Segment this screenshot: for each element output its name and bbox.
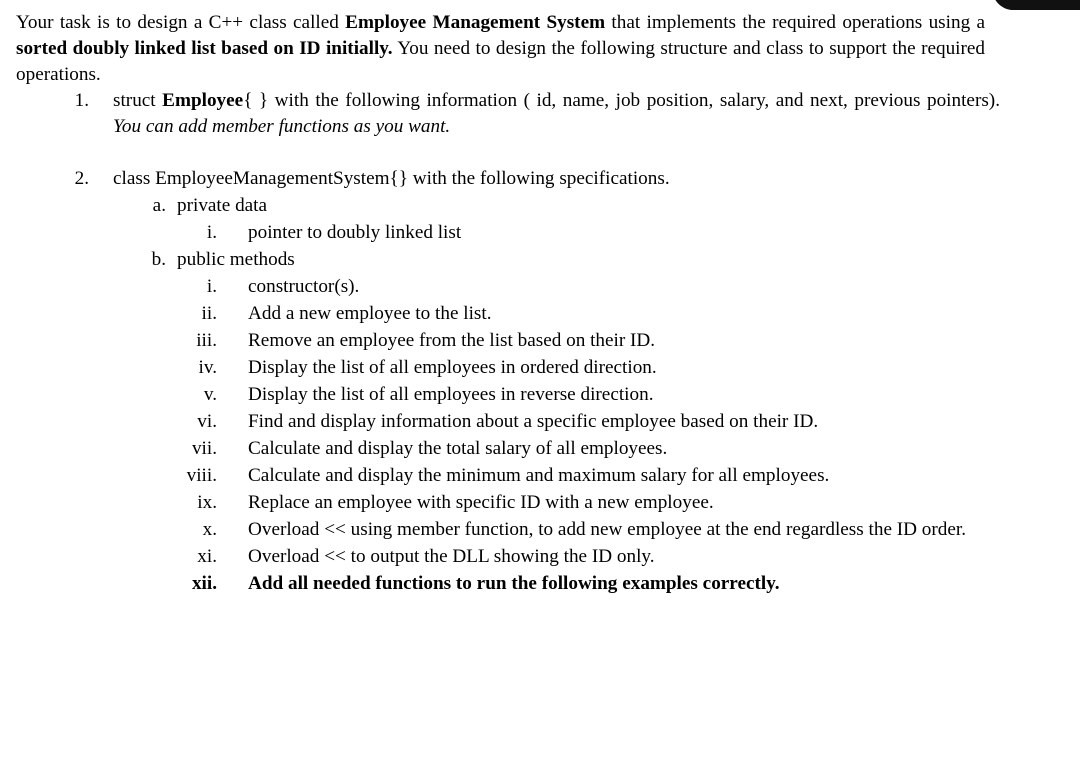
intro-paragraph: Your task is to design a C++ class calle… [16,10,985,88]
method-item-ii-text: Add a new employee to the list. [248,303,492,324]
private-data-item-i-marker: i. [206,222,217,243]
document-page: Your task is to design a C++ class calle… [16,10,1064,597]
list-item-1-body: struct Employee{ } with the following in… [113,88,1000,140]
list-item-1-marker: 1. [74,90,89,111]
list-item-2-marker: 2. [74,168,89,189]
corner-artifact [991,0,1080,10]
method-item-i-marker: i. [206,276,217,297]
private-data-item-i-text: pointer to doubly linked list [248,222,462,243]
method-item-vi-text: Find and display information about a spe… [248,411,819,432]
method-item-xi: xi. Overload << to output the DLL showin… [16,543,1000,570]
method-item-viii: viii. Calculate and display the minimum … [16,462,1000,489]
intro-bold-class-name: Employee Management System [345,12,606,33]
method-item-ii-marker: ii. [201,303,217,324]
method-item-x-text-line2: regardless the ID order. [785,519,967,540]
list-item-2: 2. class EmployeeManagementSystem{} with… [16,166,1000,192]
method-item-iv-marker: iv. [198,357,217,378]
item1-text-3: previous pointers). [854,90,1000,111]
intro-text-1: Your task is to design a C++ class calle… [16,12,346,33]
method-item-x: x. Overload << using member function, to… [16,516,1000,543]
method-item-iii-text: Remove an employee from the list based o… [248,330,656,351]
sublist-item-b: b. public methods [16,246,1000,273]
sublist-item-a-label: private data [177,195,268,216]
method-item-x-text: Overload << using member function, to ad… [248,519,782,540]
list-item-2-body: class EmployeeManagementSystem{} with th… [113,168,670,189]
method-item-xii-text: Add all needed functions to run the foll… [248,573,780,594]
method-item-v: v. Display the list of all employees in … [16,381,1000,408]
method-item-iv: iv. Display the list of all employees in… [16,354,1000,381]
sublist-item-b-marker: b. [151,249,166,270]
method-item-ix-marker: ix. [197,492,217,513]
method-item-ix: ix. Replace an employee with specific ID… [16,489,1000,516]
method-item-iii: iii. Remove an employee from the list ba… [16,327,1000,354]
method-item-vii-marker: vii. [191,438,217,459]
method-item-vi: vi. Find and display information about a… [16,408,1000,435]
method-item-x-marker: x. [202,519,217,540]
method-item-ix-text: Replace an employee with specific ID wit… [248,492,714,513]
method-item-vi-marker: vi. [197,411,217,432]
sublist-item-a-marker: a. [152,195,166,216]
method-item-i: i. constructor(s). [16,273,1000,300]
item1-bold-employee: Employee [162,90,244,111]
private-data-item-i: i. pointer to doubly linked list [16,219,1000,246]
sublist-item-b-label: public methods [177,249,295,270]
item1-italic-note: You can add member functions as you want… [113,116,451,137]
method-item-v-text: Display the list of all employees in rev… [248,384,654,405]
method-item-v-marker: v. [203,384,217,405]
item1-text-1: struct [113,90,163,111]
method-item-viii-text: Calculate and display the minimum and ma… [248,465,830,486]
intro-bold-list-type: sorted doubly linked list based on ID in… [16,38,393,59]
method-item-iii-marker: iii. [196,330,217,351]
intro-text-3: You need to design the following [392,38,655,59]
list-item-1: 1. struct Employee{ } with the following… [16,88,1000,140]
method-item-xii-marker: xii. [191,573,217,594]
method-item-ii: ii. Add a new employee to the list. [16,300,1000,327]
method-item-vii: vii. Calculate and display the total sal… [16,435,1000,462]
method-item-i-text: constructor(s). [248,276,360,297]
method-item-xi-text: Overload << to output the DLL showing th… [248,546,655,567]
method-item-xi-marker: xi. [197,546,217,567]
method-item-iv-text: Display the list of all employees in ord… [248,357,657,378]
method-item-vii-text: Calculate and display the total salary o… [248,438,668,459]
method-item-viii-marker: viii. [186,465,217,486]
item1-text-2: { } with the following information ( id,… [243,90,848,111]
method-item-xii: xii. Add all needed functions to run the… [16,570,1000,597]
intro-text-2: that implements the required operations … [605,12,985,33]
sublist-item-a: a. private data [16,192,1000,219]
